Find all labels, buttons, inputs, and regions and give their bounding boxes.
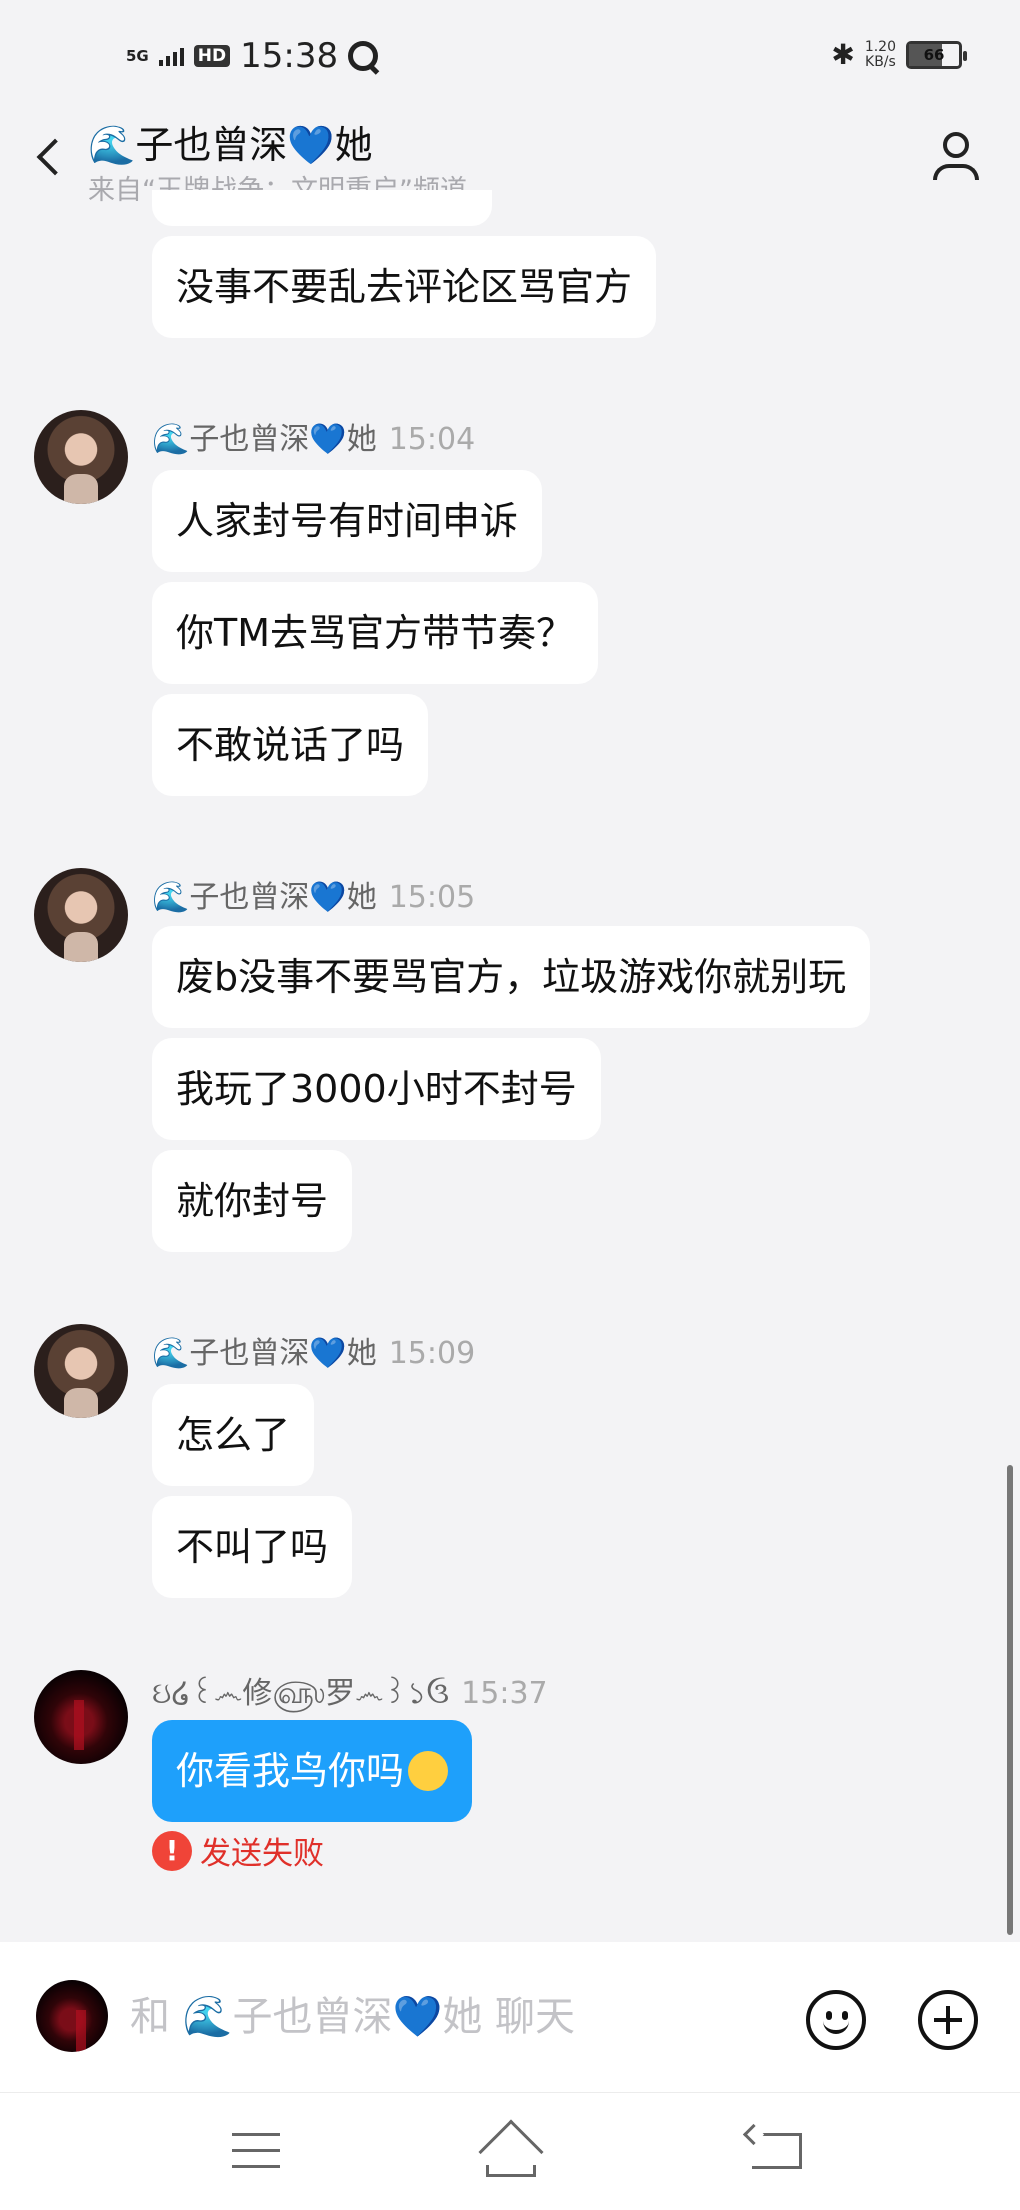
network-speed-unit: KB/s (865, 53, 896, 70)
message-time: 15:37 (461, 1676, 548, 1711)
qq-notification-icon (348, 41, 379, 71)
error-icon[interactable]: ! (152, 1830, 192, 1871)
sender-name[interactable]: 🌊子也曾深💙她 (152, 1336, 377, 1371)
menu-icon[interactable] (232, 2133, 280, 2169)
status-bar: 5G HD 15:38 ✱ 1.20 KB/s 66 (0, 0, 1020, 110)
message-bubble[interactable]: 怎么了 (152, 1384, 315, 1486)
bluetooth-icon: ✱ (831, 38, 855, 71)
message-input[interactable]: 和 🌊子也曾深💙她 聊天 (130, 1982, 770, 2052)
message-bubble[interactable]: 人家封号有时间申诉 (152, 470, 543, 572)
send-failed-text: 发送失败 (200, 1836, 324, 1872)
battery-level: 66 (923, 45, 945, 64)
sender-line: ઇ໒꒰෴修௵罗෴꒱১ઉ 15:37 (152, 1668, 548, 1720)
input-avatar[interactable] (36, 1980, 108, 2052)
status-right: ✱ 1.20 KB/s 66 (831, 38, 967, 71)
network-speed: 1.20 KB/s (864, 38, 896, 70)
message-bubble[interactable]: 不敢说话了吗 (152, 694, 429, 796)
message-time: 15:04 (388, 422, 476, 457)
partial-message-bubble (152, 190, 492, 226)
message-bubble[interactable]: 废b没事不要骂官方，垃圾游戏你就别玩 (152, 926, 871, 1028)
emoji-icon[interactable] (806, 1990, 866, 2050)
back-icon[interactable] (30, 132, 70, 182)
status-left: 5G HD 15:38 (126, 36, 379, 76)
message-time: 15:09 (388, 1336, 476, 1371)
sender-name[interactable]: ઇ໒꒰෴修௵罗෴꒱১ઉ (152, 1676, 449, 1711)
message-bubble[interactable]: 不叫了吗 (152, 1496, 353, 1598)
sent-message-bubble[interactable]: 你看我鸟你吗 (152, 1720, 473, 1822)
sent-message-text: 你看我鸟你吗 (176, 1749, 405, 1793)
sender-line: 🌊子也曾深💙她 15:09 (152, 1328, 475, 1372)
sender-line: 🌊子也曾深💙她 15:05 (152, 872, 475, 916)
send-failed[interactable]: ! 发送失败 (152, 1828, 324, 1873)
network-speed-value: 1.20 (864, 38, 896, 55)
home-icon[interactable] (478, 2119, 544, 2185)
profile-icon[interactable] (930, 128, 982, 184)
hd-badge: HD (193, 45, 231, 67)
message-bubble[interactable]: 就你封号 (152, 1150, 353, 1252)
message-bubble[interactable]: 没事不要乱去评论区骂官方 (152, 236, 657, 338)
return-icon[interactable] (752, 2133, 802, 2169)
avatar[interactable] (34, 410, 128, 504)
sender-name[interactable]: 🌊子也曾深💙她 (152, 880, 377, 915)
avatar[interactable] (34, 1324, 128, 1418)
system-nav-bar (0, 2092, 1020, 2210)
shush-emoji-icon (408, 1750, 449, 1791)
message-bubble[interactable]: 你TM去骂官方带节奏？ (152, 582, 598, 684)
battery-icon: 66 (906, 40, 967, 69)
sender-line: 🌊子也曾深💙她 15:04 (152, 414, 475, 458)
clock: 15:38 (240, 36, 339, 76)
scrollbar[interactable] (1007, 1465, 1013, 1935)
plus-icon[interactable] (918, 1990, 978, 2050)
self-avatar[interactable] (34, 1670, 128, 1764)
signal-icon (158, 46, 184, 66)
input-bar: 和 🌊子也曾深💙她 聊天 (0, 1942, 1020, 2092)
sender-name[interactable]: 🌊子也曾深💙她 (152, 422, 377, 457)
avatar[interactable] (34, 868, 128, 962)
message-bubble[interactable]: 我玩了3000小时不封号 (152, 1038, 601, 1140)
message-time: 15:05 (388, 880, 476, 915)
network-type: 5G (126, 47, 149, 65)
chat-title: 🌊子也曾深💙她 (88, 123, 373, 167)
